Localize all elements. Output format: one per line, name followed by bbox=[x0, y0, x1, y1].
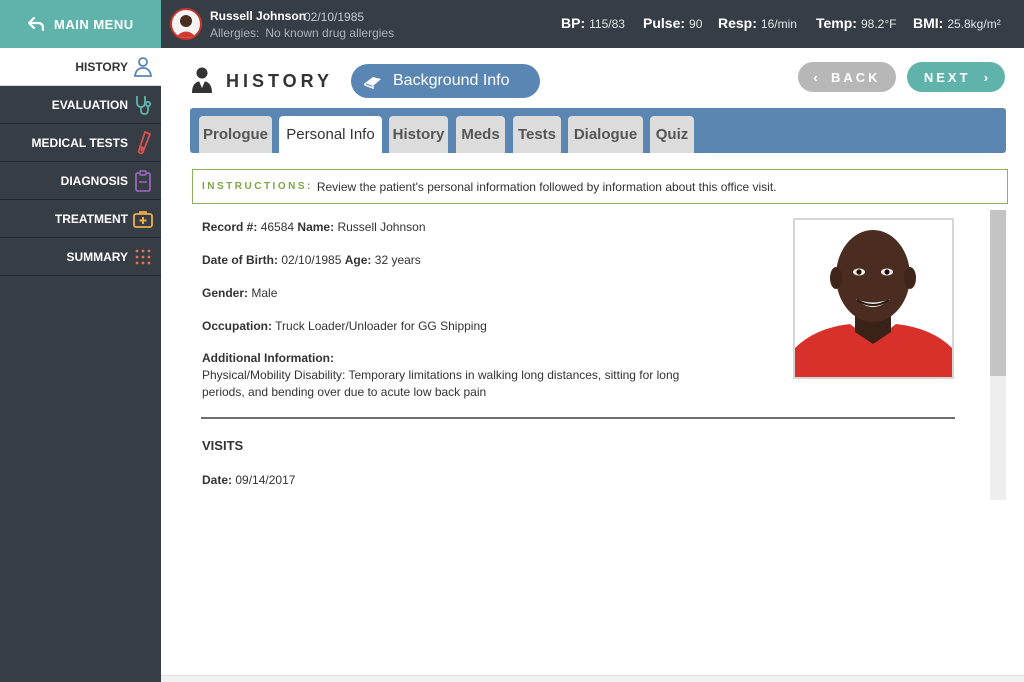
main-menu-label: MAIN MENU bbox=[54, 16, 134, 32]
instructions-label: INSTRUCTIONS: bbox=[202, 181, 313, 192]
patient-photo bbox=[793, 218, 954, 379]
vital-pulse: Pulse: 90 bbox=[643, 15, 703, 31]
stethoscope-icon bbox=[133, 94, 153, 116]
visit-date-line: Date: 09/14/2017 bbox=[202, 473, 296, 487]
book-icon bbox=[363, 73, 383, 89]
sidebar-item-label: SUMMARY bbox=[66, 249, 128, 264]
bottom-border bbox=[161, 675, 1024, 682]
next-label: NEXT bbox=[923, 69, 971, 85]
record-dob: 02/10/1985 bbox=[281, 253, 342, 267]
medkit-icon bbox=[133, 208, 153, 230]
record-number: 46584 bbox=[260, 220, 295, 234]
vital-bmi: BMI: 25.8kg/m² bbox=[913, 15, 1001, 31]
vital-temp: Temp: 98.2°F bbox=[816, 15, 897, 31]
visit-date: 09/14/2017 bbox=[235, 473, 296, 487]
instructions-text: Review the patient's personal informatio… bbox=[316, 179, 777, 194]
allergies-label: Allergies: bbox=[210, 26, 260, 40]
dob-line: Date of Birth: 02/10/1985 Age: 32 years bbox=[202, 253, 421, 267]
record-line: Record #: 46584 Name: Russell Johnson bbox=[202, 220, 426, 234]
chevron-right-icon: › bbox=[983, 69, 989, 85]
allergies-value: No known drug allergies bbox=[265, 26, 395, 40]
sidebar-item-history[interactable]: HISTORY bbox=[0, 48, 161, 86]
tab-meds[interactable]: Meds bbox=[456, 116, 505, 153]
sidebar-item-label: MEDICAL TESTS bbox=[31, 135, 128, 150]
additional-info-label: Additional Information: bbox=[202, 351, 334, 365]
record-name: Russell Johnson bbox=[337, 220, 426, 234]
vital-resp: Resp: 16/min bbox=[718, 15, 797, 31]
patient-avatar bbox=[170, 8, 202, 40]
tab-personal-info[interactable]: Personal Info bbox=[279, 116, 382, 153]
back-arrow-icon bbox=[28, 17, 44, 31]
sidebar-item-summary[interactable]: SUMMARY bbox=[0, 238, 161, 276]
tab-history[interactable]: History bbox=[389, 116, 448, 153]
instructions-box: INSTRUCTIONS: Review the patient's perso… bbox=[192, 169, 1008, 204]
sidebar-item-treatment[interactable]: TREATMENT bbox=[0, 200, 161, 238]
tab-bar: Prologue Personal Info History Meds Test… bbox=[190, 108, 1006, 153]
sidebar-item-diagnosis[interactable]: DIAGNOSIS bbox=[0, 162, 161, 200]
sidebar-item-medical-tests[interactable]: MEDICAL TESTS bbox=[0, 124, 161, 162]
occupation-line: Occupation: Truck Loader/Unloader for GG… bbox=[202, 319, 487, 333]
doctor-icon bbox=[190, 66, 214, 99]
tab-quiz[interactable]: Quiz bbox=[650, 116, 694, 153]
main-menu-button[interactable]: MAIN MENU bbox=[0, 0, 161, 48]
back-button[interactable]: ‹ BACK bbox=[798, 62, 896, 92]
back-label: BACK bbox=[831, 69, 881, 85]
gender-line: Gender: Male bbox=[202, 286, 278, 300]
patient-name: Russell Johnson bbox=[210, 9, 307, 23]
background-info-label: Background Info bbox=[393, 72, 510, 89]
visits-heading: VISITS bbox=[202, 438, 244, 453]
record-gender: Male bbox=[251, 286, 278, 300]
tab-tests[interactable]: Tests bbox=[513, 116, 561, 153]
sidebar-item-evaluation[interactable]: EVALUATION bbox=[0, 86, 161, 124]
additional-info-text: Physical/Mobility Disability: Temporary … bbox=[202, 368, 680, 399]
person-icon bbox=[133, 56, 153, 78]
chevron-left-icon: ‹ bbox=[813, 69, 818, 85]
sidebar: HISTORY EVALUATION MEDICAL TESTS DIAGNOS… bbox=[0, 48, 161, 682]
sidebar-item-label: DIAGNOSIS bbox=[60, 173, 128, 188]
sidebar-item-label: EVALUATION bbox=[51, 97, 128, 112]
section-divider bbox=[201, 417, 955, 419]
allergy-line: Allergies: No known drug allergies bbox=[210, 26, 394, 40]
tab-dialogue[interactable]: Dialogue bbox=[568, 116, 643, 153]
page-title: HISTORY bbox=[226, 71, 334, 91]
background-info-button[interactable]: Background Info bbox=[351, 64, 540, 98]
vital-bp: BP: 115/83 bbox=[561, 15, 625, 31]
record-occupation: Truck Loader/Unloader for GG Shipping bbox=[275, 319, 487, 333]
record-age: 32 years bbox=[374, 253, 421, 267]
sidebar-item-label: HISTORY bbox=[75, 59, 128, 74]
next-button[interactable]: NEXT › bbox=[907, 62, 1005, 92]
test-tube-icon bbox=[133, 130, 153, 154]
clipboard-icon bbox=[133, 169, 153, 192]
sidebar-item-label: TREATMENT bbox=[54, 211, 128, 226]
scrollbar-thumb[interactable] bbox=[990, 210, 1006, 376]
tab-prologue[interactable]: Prologue bbox=[199, 116, 272, 153]
patient-dob: 02/10/1985 bbox=[304, 10, 365, 24]
dots-grid-icon bbox=[133, 246, 153, 268]
